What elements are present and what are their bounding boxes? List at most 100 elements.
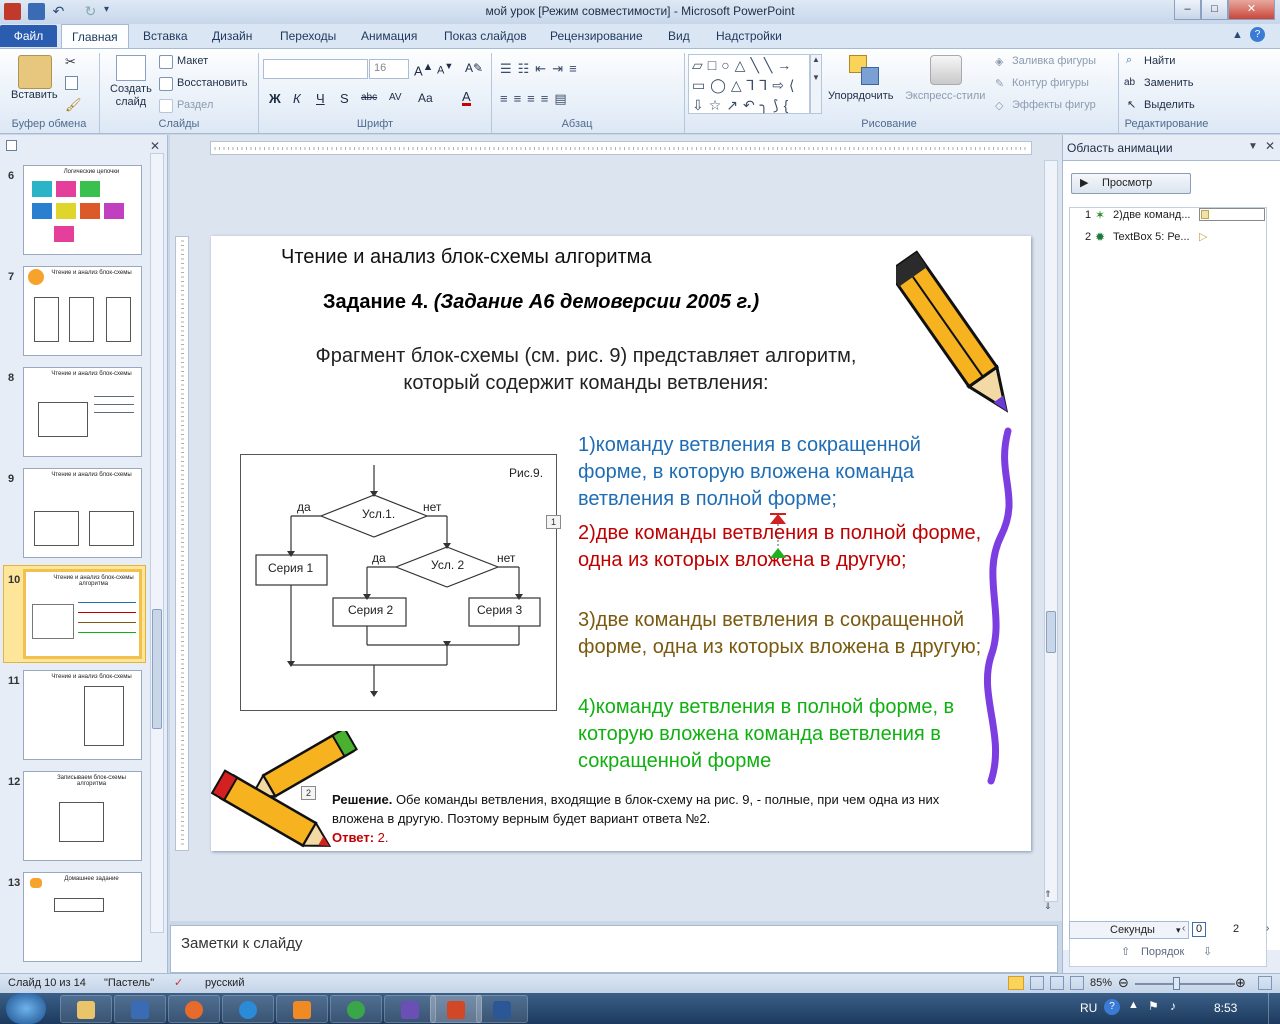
normal-view-icon[interactable] <box>1008 976 1024 990</box>
tab-view[interactable]: Вид <box>658 24 700 48</box>
slide-sorter-icon[interactable] <box>1030 976 1044 990</box>
language[interactable]: русский <box>205 977 244 989</box>
list-buttons-icon[interactable]: ☰☷⇤⇥≡ <box>500 61 583 77</box>
pane-options-icon[interactable]: ▼ <box>1248 141 1258 152</box>
animation-tag-1[interactable]: 1 <box>546 515 561 529</box>
tab-animations[interactable]: Анимация <box>351 24 427 48</box>
shape-fill-button[interactable]: Заливка фигуры <box>1012 55 1096 67</box>
move-up-icon[interactable]: ⇧ <box>1121 945 1130 958</box>
input-language[interactable]: RU <box>1080 1001 1097 1015</box>
taskbar-media[interactable] <box>114 995 166 1023</box>
select-button[interactable]: Выделить <box>1144 99 1195 111</box>
animation-item-2[interactable]: 2 ✹ TextBox 5: Ре... ▷ <box>1075 229 1269 247</box>
help-icon[interactable]: ? <box>1250 27 1265 42</box>
tab-file[interactable]: Файл <box>0 25 57 47</box>
timeline-start[interactable]: 0 <box>1192 922 1206 937</box>
task-intro[interactable]: Фрагмент блок-схемы (см. рис. 9) предста… <box>301 343 871 397</box>
theme-name[interactable]: "Пастель" <box>104 977 154 989</box>
slide-counter[interactable]: Слайд 10 из 14 <box>8 977 86 989</box>
paste-icon[interactable] <box>18 55 52 89</box>
quick-styles-button[interactable]: Экспресс-стили <box>905 90 985 102</box>
slide-thumbnail-11[interactable]: Чтение и анализ блок-схемы <box>23 670 142 760</box>
clock[interactable]: 8:53 <box>1214 1001 1237 1015</box>
task-heading[interactable]: Задание 4. (Задание А6 демоверсии 2005 г… <box>323 291 759 314</box>
tab-addins[interactable]: Надстройки <box>706 24 792 48</box>
cut-icon[interactable]: ✂ <box>65 54 76 70</box>
zoom-slider-thumb[interactable] <box>1173 977 1180 990</box>
tab-insert[interactable]: Вставка <box>133 24 198 48</box>
play-button[interactable]: ▶ Просмотр <box>1071 173 1191 194</box>
tab-home[interactable]: Главная <box>61 24 129 49</box>
scroll-thumb[interactable] <box>152 609 162 729</box>
slides-scrollbar[interactable] <box>150 153 164 933</box>
alignment-buttons-icon[interactable]: ≡≡≡≡▤ <box>500 91 573 107</box>
shadow-button[interactable]: S <box>340 91 349 106</box>
animation-item-1[interactable]: 1 ✶ 2)две команд... <box>1075 207 1269 225</box>
taskbar-ok[interactable] <box>276 995 328 1023</box>
taskbar-chrome[interactable] <box>330 995 382 1023</box>
shrink-font-icon[interactable]: A▼ <box>437 61 453 77</box>
format-painter-icon[interactable]: 🖌 <box>65 97 82 113</box>
volume-icon[interactable]: ♪ <box>1170 999 1176 1013</box>
shape-outline-button[interactable]: Контур фигуры <box>1012 77 1089 89</box>
close-button[interactable]: ✕ <box>1228 0 1275 20</box>
start-button[interactable] <box>6 993 46 1024</box>
slide-scrollbar[interactable] <box>1044 160 1058 902</box>
maximize-button[interactable]: □ <box>1201 0 1228 20</box>
flowchart-figure[interactable]: Рис.9. Усл.1. да нет Усл. 2 да нет Серия… <box>240 454 557 711</box>
slideshow-icon[interactable] <box>1070 976 1084 990</box>
replace-button[interactable]: Заменить <box>1144 77 1193 89</box>
layout-button[interactable]: Макет <box>177 55 208 67</box>
arrange-icon[interactable] <box>849 55 879 85</box>
char-spacing-button[interactable]: AV <box>389 92 402 103</box>
zoom-out-icon[interactable]: ⊖ <box>1118 975 1129 991</box>
section-button[interactable]: Раздел <box>177 99 213 111</box>
tab-design[interactable]: Дизайн <box>202 24 262 48</box>
animation-list[interactable] <box>1069 207 1267 967</box>
slide-title[interactable]: Чтение и анализ блок-схемы алгоритма <box>281 246 652 269</box>
strikethrough-button[interactable]: abc <box>361 92 377 103</box>
zoom-level[interactable]: 85% <box>1090 977 1112 989</box>
clear-formatting-icon[interactable]: A✎ <box>465 61 483 75</box>
slide-thumbnail-10[interactable]: Чтение и анализ блок-схемы алгоритма <box>23 569 142 659</box>
timeline-bar[interactable] <box>1199 208 1265 221</box>
underline-button[interactable]: Ч <box>316 91 325 106</box>
network-icon[interactable]: ⚑ <box>1148 999 1159 1013</box>
tab-slideshow[interactable]: Показ слайдов <box>434 24 537 48</box>
taskbar-word[interactable] <box>476 995 528 1023</box>
font-family-combo[interactable] <box>263 59 368 79</box>
zoom-slider[interactable] <box>1135 983 1235 985</box>
shapes-gallery[interactable]: ▱□○△╲╲→ ▭◯△⅂⅂⇨⟨ ⇩☆↗↶╮⟆{ <box>688 54 810 114</box>
close-pane-icon[interactable]: ✕ <box>1265 139 1275 153</box>
tab-review[interactable]: Рецензирование <box>540 24 653 48</box>
seconds-dropdown[interactable]: Секунды ▾ <box>1069 921 1189 939</box>
paste-button[interactable]: Вставить <box>11 89 58 101</box>
scroll-thumb[interactable] <box>1046 611 1056 653</box>
close-pane-icon[interactable]: ✕ <box>150 139 160 153</box>
reading-view-icon[interactable] <box>1050 976 1064 990</box>
taskbar-ie[interactable] <box>222 995 274 1023</box>
move-down-icon[interactable]: ⇩ <box>1203 945 1212 958</box>
notes-placeholder[interactable]: Заметки к слайду <box>181 935 303 952</box>
slide-thumbnail-12[interactable]: Записываем блок-схемы алгоритма <box>23 771 142 861</box>
change-case-button[interactable]: Aa <box>418 91 433 105</box>
spelling-icon[interactable]: ✓ <box>174 976 183 989</box>
minimize-ribbon-icon[interactable]: ▲ <box>1232 29 1243 41</box>
motion-path-markers[interactable] <box>767 510 789 560</box>
taskbar-app[interactable] <box>384 995 436 1023</box>
font-color-button[interactable]: A <box>462 90 471 106</box>
tray-expand-icon[interactable]: ▲ <box>1128 999 1139 1011</box>
bold-button[interactable]: Ж <box>269 91 281 106</box>
slide-canvas[interactable]: Чтение и анализ блок-схемы алгоритма Зад… <box>211 236 1031 851</box>
italic-button[interactable]: К <box>293 91 301 106</box>
slide-thumbnail-8[interactable]: Чтение и анализ блок-схемы <box>23 367 142 457</box>
find-button[interactable]: Найти <box>1144 55 1175 67</box>
solution-text[interactable]: Решение. Обе команды ветвления, входящие… <box>332 790 992 847</box>
tab-transitions[interactable]: Переходы <box>270 24 346 48</box>
fit-slide-icon[interactable] <box>1258 976 1272 990</box>
slide-thumbnail-9[interactable]: Чтение и анализ блок-схемы <box>23 468 142 558</box>
taskbar-firefox[interactable] <box>168 995 220 1023</box>
show-desktop-button[interactable] <box>1268 993 1280 1024</box>
new-slide-button[interactable]: Создать слайд <box>110 83 152 109</box>
shapes-gallery-scroll[interactable]: ▲ ▼ <box>810 54 822 114</box>
